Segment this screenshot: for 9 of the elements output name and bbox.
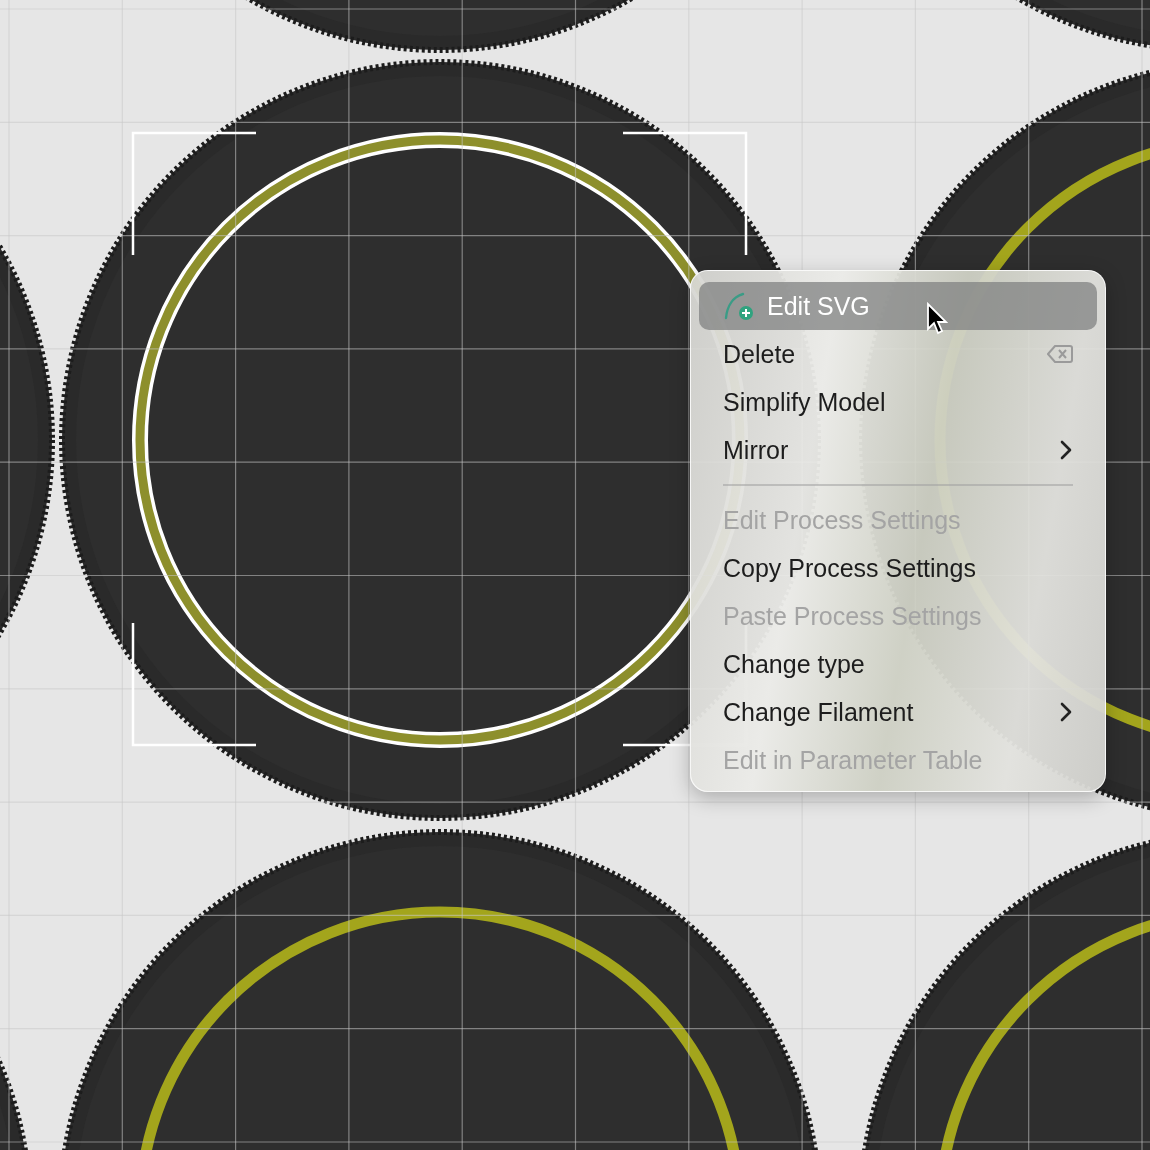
- backspace-icon: [1047, 344, 1073, 364]
- menu-item[interactable]: Copy Process Settings: [699, 544, 1097, 592]
- menu-item[interactable]: Simplify Model: [699, 378, 1097, 426]
- menu-item[interactable]: Delete: [699, 330, 1097, 378]
- menu-item[interactable]: Change type: [699, 640, 1097, 688]
- menu-item[interactable]: Mirror: [699, 426, 1097, 474]
- menu-item[interactable]: Change Filament: [699, 688, 1097, 736]
- pointer-cursor-icon: [926, 302, 948, 336]
- curve-plus-icon: [723, 291, 755, 321]
